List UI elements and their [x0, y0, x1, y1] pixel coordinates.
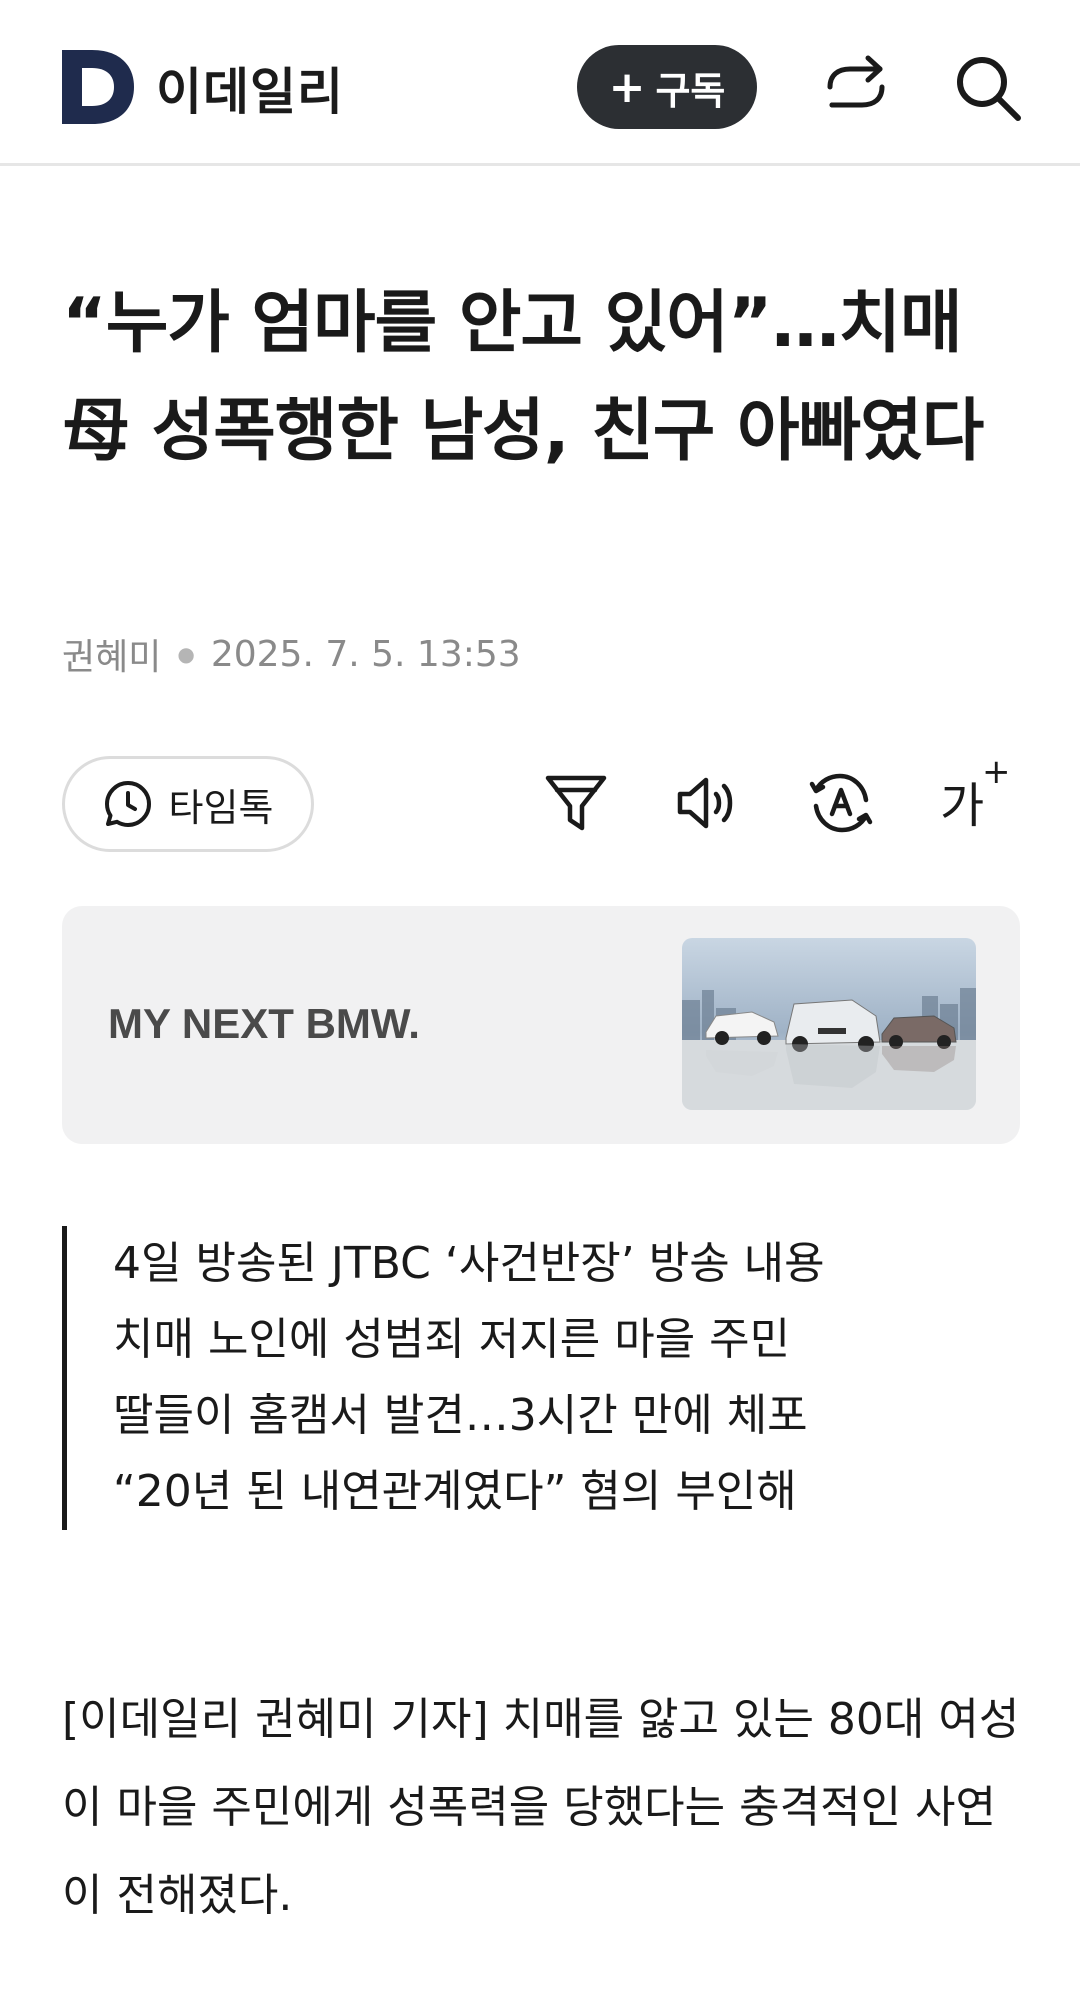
byline: 권혜미 ● 2025. 7. 5. 13:53: [62, 628, 521, 680]
speaker-icon[interactable]: [674, 770, 740, 836]
article-body: [이데일리 권혜미 기자] 치매를 앓고 있는 80대 여성이 마을 주민에게 …: [62, 1694, 1020, 1921]
publish-date: 2025. 7. 5. 13:53: [210, 633, 521, 675]
filter-icon[interactable]: [543, 770, 609, 836]
summary-line: 치매 노인에 성범죄 저지른 마을 주민: [113, 1314, 791, 1365]
logo-d-icon[interactable]: [62, 50, 134, 124]
share-icon[interactable]: [822, 53, 890, 121]
site-logo-text[interactable]: 이데일리: [156, 52, 344, 124]
summary-line: 4일 방송된 JTBC ‘사건반장’ 방송 내용: [113, 1238, 825, 1289]
summary-line: 딸들이 홈캠서 발견…3시간 만에 체포: [113, 1390, 808, 1441]
ad-banner[interactable]: MY NEXT BMW.: [62, 906, 1020, 1144]
translate-a-icon[interactable]: [808, 770, 874, 836]
ad-car-image: [682, 938, 976, 1110]
font-size-label: 가: [940, 778, 985, 834]
timetalk-label: 타임톡: [168, 785, 274, 830]
font-size-button[interactable]: 가 +: [940, 752, 1020, 836]
top-header: 이데일리 + 구독: [0, 0, 1080, 166]
byline-separator: ●: [177, 642, 195, 666]
article-headline: “누가 엄마를 안고 있어”…치매 母 성폭행한 남성, 친구 아빠였다: [62, 284, 984, 471]
clock-chat-icon: [104, 781, 151, 827]
ad-text: MY NEXT BMW.: [108, 1000, 420, 1047]
subscribe-button[interactable]: + 구독: [577, 45, 757, 129]
author-name[interactable]: 권혜미: [62, 628, 161, 680]
summary-line: “20년 된 내연관계였다” 혐의 부인해: [113, 1466, 797, 1517]
font-size-plus: +: [982, 752, 1011, 792]
subscribe-label: 구독: [655, 68, 726, 113]
article-summary: 4일 방송된 JTBC ‘사건반장’ 방송 내용 치매 노인에 성범죄 저지른 …: [62, 1226, 962, 1530]
search-icon[interactable]: [952, 52, 1024, 124]
plus-icon: +: [608, 61, 646, 113]
timetalk-button[interactable]: 타임톡: [62, 756, 314, 852]
